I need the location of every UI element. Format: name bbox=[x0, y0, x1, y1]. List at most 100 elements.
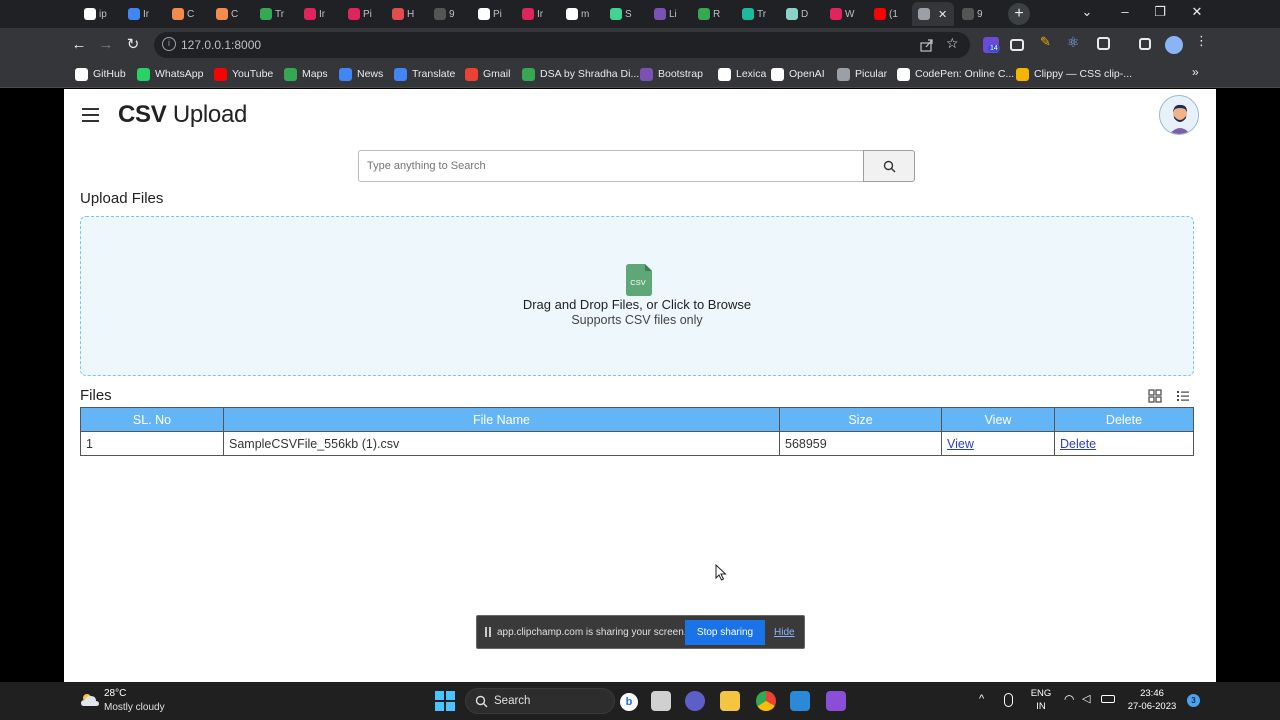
minimize-icon[interactable]: – bbox=[1110, 4, 1140, 19]
hide-share-bar-button[interactable]: Hide bbox=[774, 627, 795, 638]
browser-tab[interactable]: Tr bbox=[736, 2, 774, 26]
browser-tab[interactable]: 9 bbox=[428, 2, 466, 26]
bookmark-item[interactable]: Maps bbox=[284, 67, 328, 81]
react-devtools-icon[interactable]: ⚛ bbox=[1067, 34, 1083, 50]
list-view-icon[interactable] bbox=[1176, 389, 1190, 403]
search-input[interactable] bbox=[358, 150, 864, 182]
browser-tab[interactable]: ip bbox=[78, 2, 116, 26]
tab-label: m bbox=[581, 8, 590, 20]
language-indicator[interactable]: ENG IN bbox=[1026, 687, 1056, 713]
bookmark-item[interactable]: CodePen: Online C... bbox=[897, 67, 1014, 81]
show-hidden-icons-icon[interactable]: ^ bbox=[979, 693, 984, 705]
browser-tab[interactable]: Pi bbox=[472, 2, 510, 26]
close-tab-icon[interactable]: ✕ bbox=[938, 8, 947, 21]
extensions-puzzle-icon[interactable] bbox=[1097, 37, 1110, 50]
bookmark-item[interactable]: OpenAI bbox=[771, 67, 825, 81]
system-clock[interactable]: 23:46 27-06-2023 bbox=[1122, 687, 1182, 713]
bookmark-item[interactable]: News bbox=[339, 67, 383, 81]
bookmark-item[interactable]: Translate bbox=[394, 67, 455, 81]
bookmark-label: DSA by Shradha Di... bbox=[540, 68, 640, 80]
browser-tab[interactable]: R bbox=[692, 2, 730, 26]
browser-tab[interactable]: Ir bbox=[122, 2, 160, 26]
view-link[interactable]: View bbox=[947, 437, 974, 451]
tab-favicon-icon bbox=[962, 8, 974, 20]
wifi-icon[interactable]: ◠ bbox=[1064, 692, 1074, 706]
browser-tab[interactable]: Tr bbox=[254, 2, 292, 26]
weather-widget[interactable]: 28°C Mostly cloudy bbox=[80, 686, 200, 716]
side-panel-icon[interactable] bbox=[1139, 38, 1151, 50]
cell-delete: Delete bbox=[1054, 431, 1194, 456]
browser-tab[interactable]: D bbox=[780, 2, 818, 26]
delete-link[interactable]: Delete bbox=[1060, 437, 1096, 451]
tab-label: Pi bbox=[493, 8, 502, 20]
pen-extension-icon[interactable]: ✎ bbox=[1040, 34, 1056, 50]
bookmark-item[interactable]: DSA by Shradha Di... bbox=[522, 67, 639, 81]
browser-tab[interactable]: C bbox=[210, 2, 248, 26]
bing-icon[interactable]: b bbox=[620, 693, 638, 711]
grid-view-icon[interactable] bbox=[1148, 389, 1162, 403]
browser-tab[interactable]: Li bbox=[648, 2, 686, 26]
browser-menu-icon[interactable]: ⋮ bbox=[1195, 33, 1211, 49]
teams-chat-icon[interactable] bbox=[685, 691, 705, 711]
browser-tab[interactable]: ✕ bbox=[912, 2, 954, 26]
task-view-icon[interactable] bbox=[651, 691, 671, 711]
browser-tab[interactable]: (1 bbox=[868, 2, 906, 26]
file-explorer-icon[interactable] bbox=[720, 691, 740, 711]
chrome-icon[interactable] bbox=[756, 691, 776, 711]
reload-icon[interactable]: ↻ bbox=[122, 34, 144, 56]
volume-icon[interactable]: ◁ bbox=[1082, 692, 1090, 705]
file-dropzone[interactable]: CSV Drag and Drop Files, or Click to Bro… bbox=[80, 216, 1194, 376]
screenshot-extension-icon[interactable] bbox=[1010, 39, 1024, 51]
vscode-icon[interactable] bbox=[790, 691, 810, 711]
bookmark-item[interactable]: GitHub bbox=[75, 67, 126, 81]
browser-tab[interactable]: Pi bbox=[342, 2, 380, 26]
bookmark-item[interactable]: WhatsApp bbox=[137, 67, 203, 81]
tab-search-icon[interactable]: ⌄ bbox=[1072, 4, 1102, 20]
browser-tab[interactable]: H bbox=[386, 2, 424, 26]
csv-file-icon: CSV bbox=[626, 264, 652, 296]
bookmark-star-icon[interactable]: ☆ bbox=[946, 35, 959, 52]
browser-tab[interactable]: Ir bbox=[516, 2, 554, 26]
close-window-icon[interactable]: ✕ bbox=[1182, 4, 1212, 20]
bookmark-favicon-icon bbox=[214, 67, 227, 81]
cell-file-name: SampleCSVFile_556kb (1).csv bbox=[223, 431, 780, 456]
browser-tab[interactable]: W bbox=[824, 2, 862, 26]
windows-start-icon[interactable] bbox=[435, 691, 455, 711]
bookmarks-overflow-icon[interactable]: » bbox=[1192, 65, 1199, 79]
profile-avatar-icon[interactable] bbox=[1165, 36, 1183, 54]
taskbar-search[interactable]: Search b bbox=[465, 688, 638, 714]
cell-sl-no: 1 bbox=[80, 431, 224, 456]
extension-icon[interactable]: 14 bbox=[983, 37, 1000, 53]
bookmark-item[interactable]: Lexica bbox=[718, 67, 766, 81]
bookmark-item[interactable]: Clippy — CSS clip-... bbox=[1016, 67, 1132, 81]
browser-tab[interactable]: S bbox=[604, 2, 642, 26]
back-icon[interactable]: ← bbox=[68, 34, 90, 56]
bookmark-item[interactable]: Gmail bbox=[465, 67, 510, 81]
tab-favicon-icon bbox=[874, 8, 886, 20]
bookmark-item[interactable]: Bootstrap bbox=[640, 67, 703, 81]
new-tab-button[interactable]: + bbox=[1008, 3, 1030, 25]
cloud-icon bbox=[81, 694, 99, 706]
stop-sharing-button[interactable]: Stop sharing bbox=[685, 620, 765, 645]
forward-icon[interactable]: → bbox=[95, 34, 117, 56]
restore-icon[interactable]: ❐ bbox=[1145, 4, 1175, 20]
search-button[interactable] bbox=[863, 150, 915, 182]
browser-tab[interactable]: Ir bbox=[298, 2, 336, 26]
clipchamp-icon[interactable] bbox=[826, 691, 846, 711]
browser-tab[interactable]: 9 bbox=[956, 2, 994, 26]
browser-tab[interactable]: C bbox=[166, 2, 204, 26]
mouse-cursor-icon bbox=[715, 564, 727, 581]
battery-icon[interactable] bbox=[1101, 695, 1115, 703]
user-avatar[interactable] bbox=[1159, 95, 1199, 135]
tab-favicon-icon bbox=[260, 8, 272, 20]
notification-badge[interactable]: 3 bbox=[1187, 694, 1200, 707]
microphone-icon[interactable] bbox=[1004, 693, 1013, 707]
drag-handle-icon[interactable] bbox=[485, 627, 491, 637]
bookmark-item[interactable]: YouTube bbox=[214, 67, 273, 81]
browser-tab[interactable]: m bbox=[560, 2, 598, 26]
address-bar[interactable]: i 127.0.0.1:8000 ☆ bbox=[154, 32, 970, 58]
bookmark-item[interactable]: Picular bbox=[837, 67, 887, 81]
share-icon[interactable] bbox=[920, 38, 934, 52]
menu-icon[interactable] bbox=[82, 108, 99, 122]
site-info-icon[interactable]: i bbox=[162, 37, 176, 51]
